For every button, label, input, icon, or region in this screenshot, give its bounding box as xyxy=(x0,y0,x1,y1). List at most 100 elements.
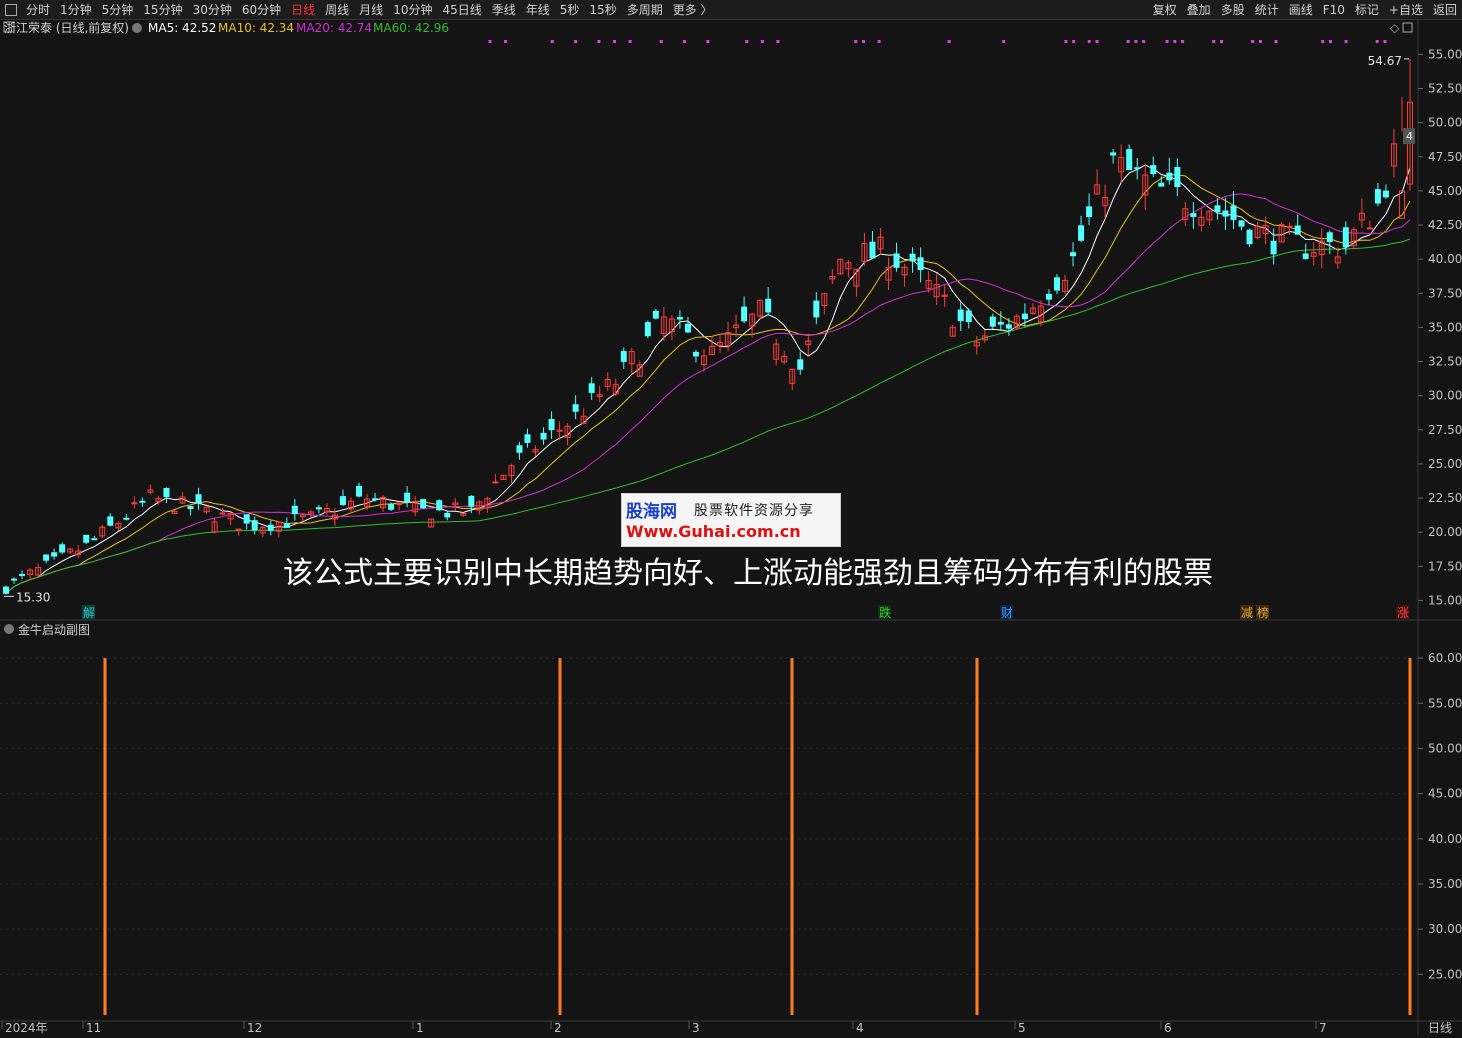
signal-dot xyxy=(877,40,881,43)
period-tab[interactable]: 年线 xyxy=(521,1,555,18)
candle-body xyxy=(1126,149,1133,171)
period-tab[interactable]: 季线 xyxy=(487,1,521,18)
toolbar-button[interactable]: 叠加 xyxy=(1182,1,1216,18)
candle-body xyxy=(1134,167,1141,170)
period-tab[interactable]: 45日线 xyxy=(437,1,486,18)
candle xyxy=(83,534,90,545)
diamond-icon: ◇ xyxy=(1390,21,1400,35)
signal-dot xyxy=(745,40,749,43)
period-tab[interactable]: 15分钟 xyxy=(138,1,187,18)
candle-body xyxy=(19,573,26,576)
toolbar-button[interactable]: F10 xyxy=(1318,3,1350,17)
candle-body xyxy=(652,310,659,319)
period-tab[interactable]: 60分钟 xyxy=(237,1,286,18)
x-axis-label: 2024年 xyxy=(5,1021,48,1035)
sub-y-axis-label: 55.00 xyxy=(1428,696,1462,710)
sub-y-axis-label: 60.00 xyxy=(1428,651,1462,665)
toolbar-button[interactable]: 统计 xyxy=(1250,1,1284,18)
toolbar-button[interactable]: 复权 xyxy=(1148,1,1182,18)
signal-dot xyxy=(760,40,764,43)
period-tab[interactable]: 10分钟 xyxy=(388,1,437,18)
candle-body xyxy=(765,298,772,313)
caption-text: 该公式主要识别中长期趋势向好、上涨动能强劲且筹码分布有利的股票 xyxy=(283,556,1213,591)
candle-body xyxy=(1374,189,1381,204)
signal-dot xyxy=(1165,40,1169,43)
candle-body xyxy=(1246,229,1253,245)
toolbar-button[interactable]: 画线 xyxy=(1284,1,1318,18)
signal-dot xyxy=(706,40,710,43)
candle-body xyxy=(420,498,427,509)
signal-dot xyxy=(1064,40,1068,43)
candle-body xyxy=(1222,210,1229,217)
watermark-brand: 股海网 xyxy=(626,502,677,522)
signal-dot xyxy=(574,40,578,43)
signal-dot xyxy=(854,40,858,43)
event-marker: 解 xyxy=(82,605,95,620)
candle-body xyxy=(291,505,298,515)
period-tab[interactable]: 日线 xyxy=(286,1,320,18)
y-axis-label: 15.00 xyxy=(1428,593,1462,607)
candle-body xyxy=(1382,190,1389,198)
candle-body xyxy=(91,538,98,541)
period-tab[interactable]: 分时 xyxy=(21,1,55,18)
watermark-slogan: 股票软件资源分享 xyxy=(694,503,814,519)
y-axis-label: 22.50 xyxy=(1428,491,1462,505)
period-tab[interactable]: 5分钟 xyxy=(97,1,139,18)
candle-body xyxy=(1086,206,1093,218)
signal-dot xyxy=(1212,40,1216,43)
signal-dot xyxy=(1072,40,1076,43)
x-axis-label: 6 xyxy=(1164,1021,1172,1035)
period-tab[interactable]: 更多 〉 xyxy=(668,1,718,18)
candle-body xyxy=(163,487,170,498)
candle-body xyxy=(3,586,9,594)
y-axis-label: 30.00 xyxy=(1428,389,1462,403)
candle-body xyxy=(243,514,250,524)
toolbar-button[interactable]: +自选 xyxy=(1384,1,1428,18)
candle xyxy=(644,320,651,339)
signal-dot xyxy=(659,40,663,43)
candle-body xyxy=(620,350,627,362)
y-axis-label: 25.00 xyxy=(1428,457,1462,471)
candle-body xyxy=(195,494,202,504)
toolbar-button[interactable]: 标记 xyxy=(1350,1,1384,18)
menu-icon[interactable] xyxy=(5,3,17,16)
x-axis-label: 7 xyxy=(1319,1021,1327,1035)
candle-body xyxy=(1366,227,1373,230)
candle-body xyxy=(1078,225,1085,241)
signal-dot xyxy=(628,40,632,43)
period-tab[interactable]: 月线 xyxy=(354,1,388,18)
watermark-url: Www.Guhai.com.cn xyxy=(626,522,801,541)
candle-body xyxy=(123,517,130,520)
candle-body xyxy=(107,516,114,526)
period-tab[interactable]: 1分钟 xyxy=(55,1,97,18)
candle-body xyxy=(283,523,290,528)
event-marker-text: 涨 xyxy=(1397,605,1409,620)
main-chart-title: 浙江荣泰 (日线,前复权) xyxy=(4,20,129,35)
candle-body xyxy=(404,492,411,503)
period-tab[interactable]: 多周期 xyxy=(622,1,668,18)
toolbar-button[interactable]: 多股 xyxy=(1216,1,1250,18)
watermark-logo: 股海网 股票软件资源分享 Www.Guhai.com.cn xyxy=(621,493,841,547)
signal-dot xyxy=(1274,40,1278,43)
period-tab[interactable]: 周线 xyxy=(320,1,354,18)
x-axis-label: 11 xyxy=(86,1021,101,1035)
x-axis-label: 5 xyxy=(1018,1021,1026,1035)
toolbar-button[interactable]: 返回 xyxy=(1428,1,1462,18)
x-axis-label: 2 xyxy=(554,1021,562,1035)
candle-body xyxy=(869,241,876,259)
candle-body xyxy=(1166,172,1173,181)
candle-body xyxy=(540,432,547,440)
signal-dot xyxy=(488,40,492,43)
signal-dot xyxy=(1095,40,1099,43)
signal-dot xyxy=(1002,40,1006,43)
signal-dot xyxy=(1087,40,1091,43)
period-tab[interactable]: 30分钟 xyxy=(188,1,237,18)
period-tab[interactable]: 5秒 xyxy=(555,1,585,18)
sub-y-axis-label: 45.00 xyxy=(1428,787,1462,801)
period-tab[interactable]: 15秒 xyxy=(584,1,621,18)
signal-dot xyxy=(683,40,687,43)
signal-dot xyxy=(1321,40,1325,43)
y-axis-label: 55.00 xyxy=(1428,47,1462,61)
ma-legend-label: MA60: 42.96 xyxy=(373,21,449,35)
y-axis-label: 17.50 xyxy=(1428,559,1462,573)
